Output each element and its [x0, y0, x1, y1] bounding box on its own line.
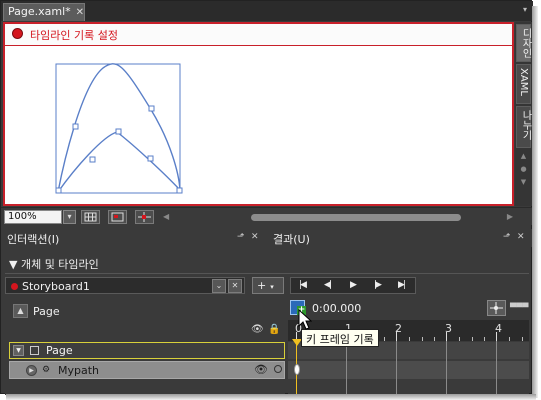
zoom-bar: 100% ▾ ◀ ▶ [1, 207, 533, 225]
tree-row-label: Mypath [58, 364, 100, 377]
scroll-up-icon[interactable]: ▲ [519, 152, 528, 160]
tab-design[interactable]: 디자인 [516, 24, 531, 62]
snap-grid-icon [111, 212, 124, 222]
timeline-recording-bar[interactable]: 타임라인 기록 설정 [5, 24, 512, 46]
pin-icon[interactable]: ⬏ [237, 232, 245, 242]
horizontal-scrollbar[interactable]: ◀ ▶ [163, 212, 513, 223]
path-node[interactable] [148, 105, 155, 112]
recording-label: 타임라인 기록 설정 [30, 29, 118, 42]
previous-frame-icon[interactable]: ◀| [324, 280, 332, 290]
expand-icon[interactable]: ▶ [26, 365, 37, 376]
snap-lines-button[interactable] [135, 210, 154, 224]
storyboard-options-icon[interactable]: ⌄ [212, 279, 226, 293]
storyboard-row: Storyboard1 ⌄ ✕ + ▾ |◀ ◀| ▶ |▶ ▶| [5, 277, 529, 295]
record-icon[interactable] [12, 28, 23, 39]
keyframe-marker[interactable] [294, 364, 300, 375]
objects-and-timeline-header[interactable]: ▼ 개체 및 타임라인 [5, 253, 529, 274]
path-node[interactable] [147, 155, 154, 162]
add-storyboard-button[interactable]: + ▾ [252, 277, 284, 294]
zoom-input[interactable]: 100% [4, 210, 62, 224]
results-panel-header: 결과(U) ⬏ ✕ [267, 229, 533, 247]
grid-toggle-button[interactable] [81, 210, 100, 224]
snap-button[interactable] [487, 300, 506, 316]
blend-window: Page.xaml* ✕ ▾ 타임라인 기록 설정 디자인 XAML 나누기 ▲ … [0, 0, 533, 395]
gridline [396, 341, 397, 395]
ruler-tick [446, 332, 447, 341]
path-icon: ⚙ [42, 365, 51, 375]
document-tab-label: Page.xaml* [8, 5, 71, 18]
chevron-down-icon: ▾ [270, 283, 274, 291]
timeline-time[interactable]: 0:00.000 [312, 302, 361, 315]
go-to-end-icon[interactable]: ▶| [398, 280, 406, 290]
path-node[interactable] [55, 187, 62, 194]
close-icon[interactable]: ✕ [251, 232, 259, 242]
scope-up-icon[interactable]: ▲ [13, 304, 28, 318]
window-shadow [532, 6, 538, 398]
timeline-tracks[interactable] [288, 341, 529, 395]
snap-grid-button[interactable] [108, 210, 127, 224]
document-tab-strip: Page.xaml* ✕ ▾ [1, 1, 533, 21]
transport-controls: |◀ ◀| ▶ |▶ ▶| [290, 277, 416, 294]
page-icon [30, 346, 39, 355]
scope-label: Page [33, 305, 60, 318]
path-node[interactable] [176, 187, 183, 194]
eye-icon[interactable]: 👁 [251, 324, 264, 335]
close-icon[interactable]: ✕ [517, 232, 525, 242]
ruler-tick [396, 332, 397, 341]
tooltip: 키 프레임 기록 [301, 329, 379, 347]
storyboard-picker[interactable]: Storyboard1 ⌄ ✕ [5, 277, 245, 294]
scroll-left-icon[interactable]: ◀ [163, 212, 169, 221]
tree-row-mypath[interactable]: ▶ ⚙ Mypath 👁 [9, 361, 285, 379]
view-tabs: 디자인 XAML 나누기 ▲ ● ▼ [515, 22, 532, 206]
plus-icon: + [257, 279, 267, 292]
scroll-thumb[interactable]: ● [519, 165, 528, 173]
path-node[interactable] [115, 128, 122, 135]
object-tree: ▲ Page 👁 🔒 ▼ Page ▶ ⚙ Mypath 👁 [5, 298, 285, 395]
interaction-panel-header: 인터랙션(I) ⬏ ✕ [1, 229, 266, 247]
next-frame-icon[interactable]: |▶ [374, 280, 382, 290]
grid-icon [84, 212, 97, 222]
tree-row-page[interactable]: ▼ Page [9, 342, 285, 359]
interaction-panel-title: 인터랙션(I) [7, 233, 60, 246]
artboard[interactable]: 타임라인 기록 설정 [3, 22, 514, 206]
zoom-dropdown-icon[interactable]: ▾ [63, 210, 76, 224]
eye-icon[interactable]: 👁 [254, 363, 268, 376]
gridline [496, 341, 497, 395]
results-panel-title[interactable]: 결과(U) [273, 231, 310, 247]
divider [5, 273, 529, 274]
mouse-cursor-icon [298, 309, 312, 330]
track-mypath [288, 361, 529, 379]
snap-icon [490, 302, 503, 314]
lock-icon[interactable]: 🔒 [268, 324, 280, 335]
tree-row-label: Page [46, 344, 73, 357]
tab-xaml[interactable]: XAML [516, 64, 531, 104]
document-tab[interactable]: Page.xaml* ✕ [3, 3, 85, 21]
gridline [446, 341, 447, 395]
design-surface[interactable] [5, 46, 512, 206]
lock-toggle-icon[interactable] [274, 365, 282, 373]
record-indicator-icon [11, 283, 18, 290]
scroll-down-icon[interactable]: ▼ [519, 178, 528, 186]
timeline-toolbar: + 0:00.000 ▀▀▀ [288, 298, 529, 320]
objects-and-timeline-title: ▼ 개체 및 타임라인 [9, 258, 99, 271]
storyboard-name: Storyboard1 [22, 280, 90, 293]
window-shadow [6, 394, 536, 400]
ruler-tick [496, 332, 497, 341]
close-icon[interactable]: ✕ [76, 7, 84, 18]
play-icon[interactable]: ▶ [350, 280, 357, 290]
scroll-right-icon[interactable]: ▶ [507, 212, 513, 221]
expand-icon[interactable]: ▼ [13, 345, 24, 356]
gridline [346, 341, 347, 395]
go-to-start-icon[interactable]: |◀ [299, 280, 307, 290]
timeline-zoom-icon[interactable]: ▀▀▀ [510, 303, 528, 312]
tab-menu-icon[interactable]: ▾ [523, 5, 527, 14]
snap-lines-icon [138, 212, 151, 222]
tab-split[interactable]: 나누기 [516, 106, 531, 148]
path-node[interactable] [72, 123, 79, 130]
pin-icon[interactable]: ⬏ [503, 232, 511, 242]
close-storyboard-icon[interactable]: ✕ [228, 279, 242, 293]
scroll-thumb[interactable] [251, 214, 461, 221]
path-node[interactable] [89, 156, 96, 163]
